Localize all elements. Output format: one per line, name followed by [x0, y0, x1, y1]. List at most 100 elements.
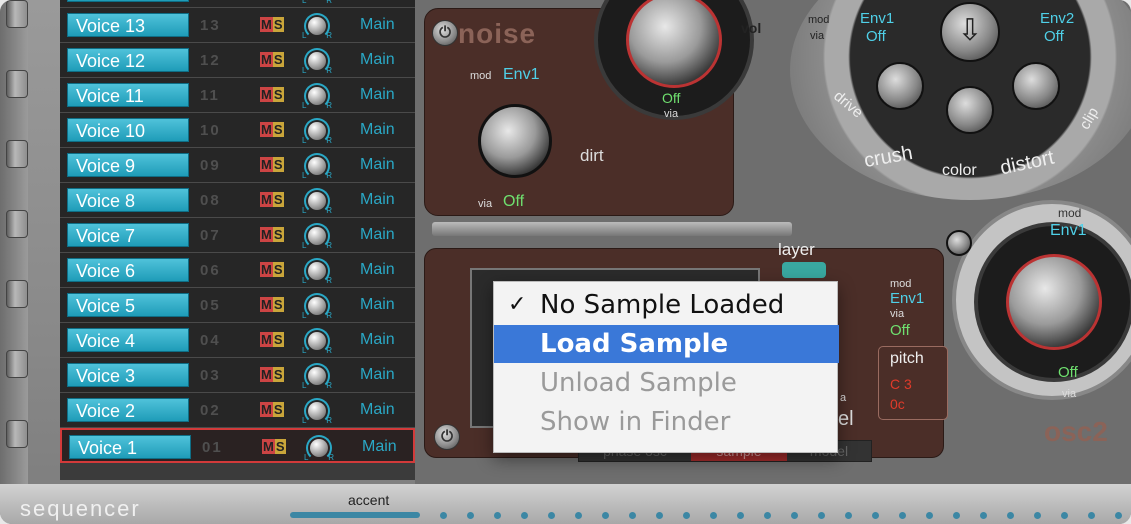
voice-name[interactable]: Voice 5	[67, 293, 189, 317]
step-dot[interactable]	[1034, 512, 1041, 519]
voice-output[interactable]: Main	[360, 401, 395, 419]
step-dot[interactable]	[872, 512, 879, 519]
mute-button[interactable]: M	[260, 157, 273, 172]
voice-name[interactable]: Voice 4	[67, 328, 189, 352]
pan-knob[interactable]: LR	[302, 221, 332, 251]
voice-row[interactable]: Voice 6 06 M S L R Main	[60, 253, 415, 288]
osc2-knob-off[interactable]: Off	[1058, 364, 1078, 381]
voice-output[interactable]: Main	[360, 16, 395, 34]
step-dot[interactable]	[1007, 512, 1014, 519]
mute-button[interactable]: M	[260, 332, 273, 347]
rail-button[interactable]	[6, 350, 28, 378]
voice-row[interactable]: Voice 9 09 M S L R Main	[60, 148, 415, 183]
rail-button[interactable]	[6, 420, 28, 448]
voice-row[interactable]: Voice 8 08 M S L R Main	[60, 183, 415, 218]
mute-button[interactable]: M	[260, 192, 273, 207]
solo-button[interactable]: S	[272, 17, 284, 32]
voice-output[interactable]: Main	[360, 261, 395, 279]
osc-power-icon[interactable]: ⏻	[434, 424, 460, 450]
solo-button[interactable]: S	[272, 367, 284, 382]
menu-item[interactable]: No Sample Loaded	[494, 286, 839, 324]
mute-button[interactable]: M	[260, 87, 273, 102]
voice-output[interactable]: Main	[360, 121, 395, 139]
voice-name[interactable]: Voice 3	[67, 363, 189, 387]
pan-knob[interactable]: LR	[302, 326, 332, 356]
step-dot[interactable]	[764, 512, 771, 519]
step-dot[interactable]	[1061, 512, 1068, 519]
accent-slider[interactable]	[290, 512, 420, 518]
voice-row[interactable]: Voice 5 05 M S L R Main	[60, 288, 415, 323]
solo-button[interactable]: S	[272, 227, 284, 242]
noise-power-icon[interactable]: ⏻	[432, 20, 458, 46]
step-dot[interactable]	[899, 512, 906, 519]
mute-button[interactable]: M	[262, 439, 275, 454]
voice-output[interactable]: Main	[360, 296, 395, 314]
mute-button[interactable]: M	[260, 262, 273, 277]
env2-off[interactable]: Off	[1044, 28, 1064, 45]
step-dot[interactable]	[440, 512, 447, 519]
osc2-env1[interactable]: Env1	[1050, 222, 1086, 240]
solo-button[interactable]: S	[272, 122, 284, 137]
voice-row[interactable]: Voice 4 04 M S L R Main	[60, 323, 415, 358]
noise-mod-value[interactable]: Env1	[503, 66, 539, 84]
menu-item[interactable]: Load Sample	[494, 325, 839, 363]
voice-row[interactable]: Voice 3 03 M S L R Main	[60, 358, 415, 393]
voice-name[interactable]: Voice 7	[67, 223, 189, 247]
osc2-knob[interactable]	[1006, 254, 1102, 350]
voice-row[interactable]: Voice 1414MSLRMain	[60, 0, 415, 8]
color-button[interactable]	[946, 86, 994, 134]
step-dot[interactable]	[548, 512, 555, 519]
rail-button[interactable]	[6, 210, 28, 238]
step-dot[interactable]	[710, 512, 717, 519]
voice-name[interactable]: Voice 8	[67, 188, 189, 212]
mute-button[interactable]: M	[260, 227, 273, 242]
pan-knob[interactable]: LR	[302, 81, 332, 111]
pan-knob[interactable]: LR	[302, 361, 332, 391]
pan-knob[interactable]: LR	[302, 256, 332, 286]
solo-button[interactable]: S	[272, 262, 284, 277]
voice-row[interactable]: Voice 1 01 M S L R Main	[60, 428, 415, 463]
pitch-cents[interactable]: 0c	[890, 396, 905, 412]
step-dot[interactable]	[1115, 512, 1122, 519]
step-dot[interactable]	[926, 512, 933, 519]
step-dot[interactable]	[980, 512, 987, 519]
drive-button[interactable]	[876, 62, 924, 110]
pan-knob[interactable]: LR	[302, 46, 332, 76]
step-dot[interactable]	[575, 512, 582, 519]
rail-button[interactable]	[6, 70, 28, 98]
mute-button[interactable]: M	[260, 17, 273, 32]
voice-output[interactable]: Main	[362, 438, 397, 456]
clip-button[interactable]	[1012, 62, 1060, 110]
voice-row[interactable]: Voice 12 12 M S L R Main	[60, 43, 415, 78]
dirt-knob[interactable]	[478, 104, 552, 178]
rail-button[interactable]	[6, 0, 28, 28]
voice-name[interactable]: Voice 10	[67, 118, 189, 142]
voice-output[interactable]: Main	[360, 331, 395, 349]
mute-button[interactable]: M	[260, 402, 273, 417]
pan-knob[interactable]: LR	[302, 11, 332, 41]
step-dot[interactable]	[1088, 512, 1095, 519]
voice-output[interactable]: Main	[360, 191, 395, 209]
voice-row[interactable]: Voice 10 10 M S L R Main	[60, 113, 415, 148]
rail-button[interactable]	[6, 140, 28, 168]
voice-output[interactable]: Main	[360, 226, 395, 244]
mute-button[interactable]: M	[260, 122, 273, 137]
rail-button[interactable]	[6, 280, 28, 308]
solo-button[interactable]: S	[272, 87, 284, 102]
step-dot[interactable]	[521, 512, 528, 519]
pan-knob[interactable]: LR	[302, 186, 332, 216]
pan-knob[interactable]: LR	[302, 396, 332, 426]
step-dot[interactable]	[467, 512, 474, 519]
step-dot[interactable]	[683, 512, 690, 519]
mute-button[interactable]: M	[260, 297, 273, 312]
pan-knob[interactable]: LR	[302, 0, 332, 6]
voice-row[interactable]: Voice 2 02 M S L R Main	[60, 393, 415, 428]
step-dot[interactable]	[818, 512, 825, 519]
voice-name[interactable]: Voice 14	[67, 0, 189, 2]
vol-via-value[interactable]: Off	[662, 90, 680, 106]
step-dot[interactable]	[953, 512, 960, 519]
solo-button[interactable]: S	[272, 192, 284, 207]
osc2-via-value[interactable]: Off	[890, 322, 910, 339]
env1-label[interactable]: Env1	[860, 10, 894, 27]
voice-row[interactable]: Voice 11 11 M S L R Main	[60, 78, 415, 113]
